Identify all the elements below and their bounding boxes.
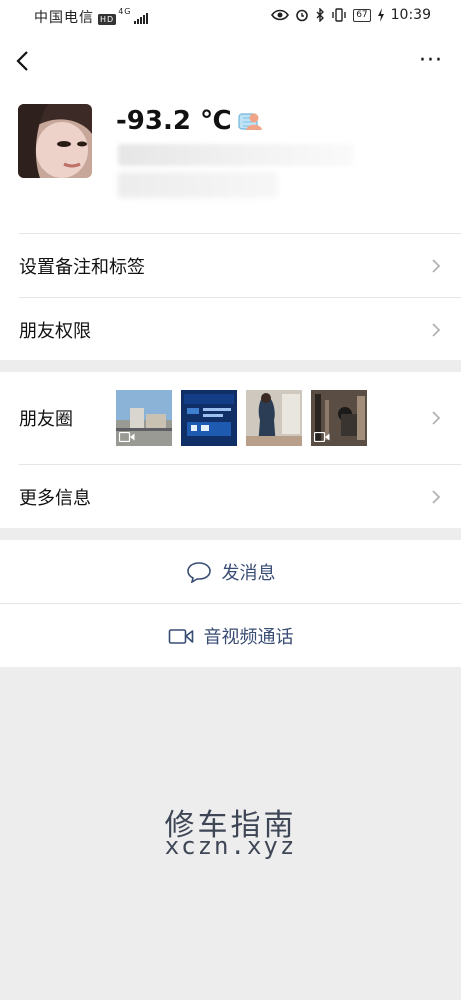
wechat-id-blurred: [118, 144, 354, 166]
moment-thumb-2[interactable]: [181, 390, 237, 446]
battery-icon: 67: [353, 8, 371, 22]
more-info-label: 更多信息: [19, 488, 91, 509]
eye-icon: [271, 9, 290, 21]
more-info-row[interactable]: 更多信息: [0, 465, 461, 529]
video-camera-icon: [168, 629, 193, 644]
chevron-right-icon: [432, 490, 441, 504]
bluetooth-icon: [316, 8, 325, 22]
alarm-icon: [296, 9, 308, 22]
avatar-image: [18, 104, 92, 178]
moment-thumb-3[interactable]: [246, 390, 302, 446]
send-message-label: 发消息: [221, 563, 276, 584]
moments-label: 朋友圈: [19, 409, 73, 430]
clock: 10:39: [390, 7, 431, 23]
video-icon: [119, 432, 135, 442]
person-icon: [246, 113, 262, 130]
video-call-button[interactable]: 音视频通话: [0, 604, 461, 668]
video-call-label: 音视频通话: [203, 627, 294, 648]
display-name: -93.2 ℃: [116, 106, 232, 136]
chevron-right-icon: [432, 323, 441, 337]
chevron-right-icon: [432, 411, 441, 425]
region-blurred: [118, 172, 278, 198]
signal-icon: [134, 12, 149, 24]
avatar[interactable]: [18, 104, 92, 178]
send-message-button[interactable]: 发消息: [0, 540, 461, 604]
charging-icon: [377, 8, 384, 22]
watermark-url: xczn.xyz: [164, 832, 297, 860]
carrier-name: 中国电信: [34, 10, 94, 26]
status-bar: 中国电信 HD4G 67 10:39: [0, 0, 461, 32]
moment-thumb-1[interactable]: [116, 390, 172, 446]
chevron-right-icon: [432, 259, 441, 273]
vibrate-icon: [332, 8, 346, 22]
display-name-row: -93.2 ℃: [116, 106, 259, 136]
moments-thumbnails: [116, 390, 367, 446]
network-label: 4G: [118, 7, 132, 16]
nav-bar: ···: [0, 40, 461, 84]
more-dots-icon[interactable]: ···: [419, 48, 443, 73]
friend-permissions-row[interactable]: 朋友权限: [0, 298, 461, 362]
remark-tags-label: 设置备注和标签: [19, 257, 145, 278]
chat-bubble-icon: [186, 562, 211, 583]
remark-tags-row[interactable]: 设置备注和标签: [0, 234, 461, 298]
chevron-left-icon[interactable]: [12, 46, 36, 76]
moment-thumb-4[interactable]: [311, 390, 367, 446]
moments-row[interactable]: 朋友圈: [0, 372, 461, 464]
video-icon: [314, 432, 330, 442]
hd-badge: HD: [98, 14, 117, 25]
friend-permissions-label: 朋友权限: [19, 321, 91, 342]
